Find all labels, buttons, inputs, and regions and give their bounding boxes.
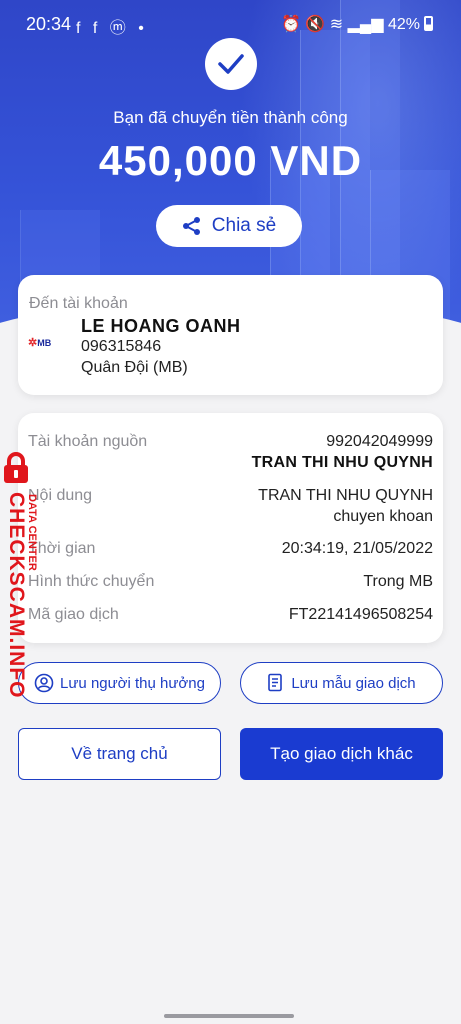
transaction-details-card: Tài khoản nguồn 992042049999 TRAN THI NH… [18, 413, 443, 643]
mute-icon: 🔇 [305, 16, 326, 33]
recipient-account: 096315846 [81, 338, 162, 355]
content-line-2: chuyen khoan [333, 508, 433, 525]
watermark-subtext: DATA CENTER [26, 494, 38, 571]
lock-icon [4, 452, 28, 483]
save-template-label: Lưu mẫu giao dịch [291, 674, 416, 692]
checkscam-watermark: CHECKSCAM.INFO DATA CENTER [0, 452, 50, 699]
alarm-icon: ⏰ [280, 16, 301, 33]
source-account-number: 992042049999 [326, 433, 433, 450]
method-value: Trong MB [363, 573, 433, 590]
content-line-1: TRAN THI NHU QUYNH [258, 487, 433, 504]
watermark-text: CHECKSCAM.INFO [5, 492, 28, 699]
signal-icon: ▂▄▆ [347, 16, 384, 33]
share-button[interactable]: Chia sẻ [156, 205, 302, 247]
status-bar: 20:34 f f ⓜ • ⏰ 🔇 ≋ ▂▄▆ 42% [0, 0, 461, 40]
status-right: ⏰ 🔇 ≋ ▂▄▆ 42% [281, 14, 433, 34]
mb-bank-logo: ✲MB [28, 337, 52, 349]
document-icon [268, 673, 283, 692]
time-value: 20:34:19, 21/05/2022 [281, 540, 433, 557]
destination-card: Đến tài khoản ✲MB LE HOANG OANH 09631584… [18, 275, 443, 395]
wifi-icon: ≋ [329, 16, 344, 33]
source-account-name: TRAN THI NHU QUYNH [251, 454, 433, 471]
home-button[interactable]: Về trang chủ [18, 728, 221, 780]
save-template-button[interactable]: Lưu mẫu giao dịch [240, 662, 443, 704]
notification-icons: f f ⓜ • [76, 20, 148, 37]
destination-label: Đến tài khoản [29, 295, 128, 312]
new-transaction-button[interactable]: Tạo giao dịch khác [240, 728, 443, 780]
share-label: Chia sẻ [211, 215, 277, 236]
save-beneficiary-label: Lưu người thụ hưởng [60, 674, 205, 692]
battery-icon [424, 16, 433, 31]
success-subtitle: Bạn đã chuyển tiền thành công [113, 108, 348, 127]
source-account-label: Tài khoản nguồn [28, 433, 148, 450]
status-time: 20:34 [26, 14, 72, 34]
recipient-bank: Quân Đội (MB) [81, 359, 188, 376]
transfer-amount: 450,000 VND [98, 137, 363, 184]
transaction-id-value: FT22141496508254 [288, 606, 433, 623]
recipient-name: LE HOANG OANH [81, 316, 241, 336]
share-icon [182, 217, 200, 235]
success-check-icon [205, 38, 257, 90]
battery-text: 42% [387, 16, 420, 33]
home-indicator [164, 1014, 294, 1018]
